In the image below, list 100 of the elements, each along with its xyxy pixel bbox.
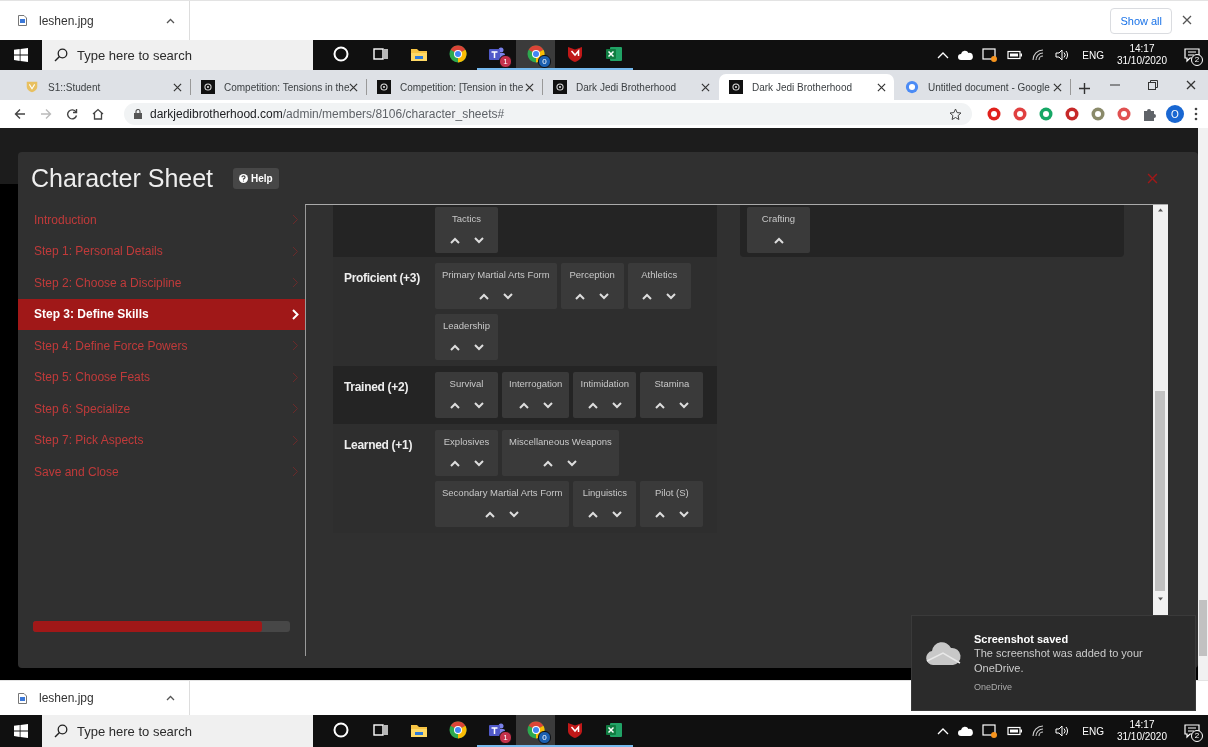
extension-icon[interactable] — [986, 106, 1002, 122]
action-center-icon[interactable] — [1184, 723, 1200, 739]
battery-icon[interactable] — [1007, 726, 1024, 736]
chevron-down-icon[interactable] — [473, 459, 484, 467]
chevron-up-icon[interactable] — [587, 510, 598, 518]
chevron-up-icon[interactable] — [449, 401, 460, 409]
monitor-icon[interactable] — [982, 724, 999, 738]
restore-icon[interactable] — [1148, 80, 1158, 90]
close-icon[interactable] — [877, 82, 886, 92]
close-icon[interactable] — [349, 82, 359, 92]
battery-icon[interactable] — [1007, 50, 1024, 60]
extension-icon[interactable] — [1064, 106, 1080, 122]
browser-tab[interactable]: Dark Jedi Brotherhood — [719, 74, 894, 100]
chevron-up-icon[interactable] — [478, 292, 489, 300]
spreadsheet-icon — [603, 44, 624, 64]
extension-icon[interactable] — [1038, 106, 1054, 122]
download-item[interactable]: leshen.jpg — [16, 11, 96, 30]
clock[interactable]: 14:17 31/10/2020 — [1116, 719, 1167, 743]
caret-icon[interactable] — [166, 695, 175, 701]
close-icon[interactable] — [1186, 80, 1196, 90]
chevron-down-icon[interactable] — [666, 292, 677, 300]
tier-label: Learned (+1) — [344, 437, 414, 454]
new-tab-icon[interactable] — [1079, 83, 1090, 94]
speaker-icon[interactable] — [1055, 725, 1070, 737]
search-field[interactable]: Type here to search — [42, 40, 313, 70]
skill-name: Miscellaneous Weapons — [509, 435, 612, 449]
chevron-down-icon[interactable] — [542, 401, 553, 409]
back-icon[interactable] — [14, 108, 26, 120]
chevron-down-icon[interactable] — [611, 401, 622, 409]
lock-icon — [134, 109, 142, 119]
star-icon[interactable] — [949, 107, 962, 121]
browser-tab[interactable]: Untitled document - Google — [895, 74, 1070, 100]
chevron-down-icon[interactable] — [473, 236, 484, 244]
close-icon[interactable] — [1182, 14, 1192, 25]
browser-icon — [447, 44, 468, 64]
chevron-up-icon[interactable] — [518, 401, 529, 409]
close-icon[interactable] — [1053, 82, 1062, 92]
cloud-icon[interactable] — [958, 726, 974, 736]
toast-notification[interactable]: Screenshot saved The screenshot was added to your OneDrive. OneDrive — [911, 615, 1196, 711]
browser-tab[interactable]: S1::Student — [15, 74, 190, 100]
chevron-up-icon[interactable] — [449, 343, 460, 351]
close-icon[interactable] — [701, 82, 710, 92]
chevron-up-icon[interactable] — [587, 401, 598, 409]
tier-label: Trained (+2) — [344, 379, 410, 396]
action-center-icon[interactable] — [1184, 47, 1200, 63]
chevron-down-icon[interactable] — [509, 510, 520, 518]
chevron-down-icon[interactable] — [599, 292, 610, 300]
chevron-up-icon[interactable] — [485, 510, 496, 518]
browser-icon — [525, 44, 546, 64]
chevron-up-icon[interactable] — [654, 401, 665, 409]
language-indicator[interactable]: ENG — [1082, 49, 1104, 61]
help-button[interactable]: Help — [233, 167, 279, 189]
skill-name: Pilot (S) — [654, 486, 689, 500]
reload-icon[interactable] — [66, 108, 78, 120]
chevron-up-icon[interactable] — [642, 292, 653, 300]
chevron-up-icon[interactable] — [654, 510, 665, 518]
skill-name: Leadership — [443, 319, 490, 333]
chevron-up-icon[interactable] — [449, 459, 460, 467]
monitor-icon[interactable] — [982, 48, 999, 62]
search-field[interactable]: Type here to search — [42, 715, 313, 747]
show-all-button[interactable]: Show all — [1110, 7, 1172, 34]
address-bar[interactable]: darkjedibrotherhood.com/admin/members/8106/character_sheets# — [124, 103, 972, 125]
chevron-up-icon[interactable] — [543, 459, 554, 467]
cloud-icon[interactable] — [958, 50, 974, 60]
browser-tab[interactable]: Dark Jedi Brotherhood — [543, 74, 718, 100]
close-icon[interactable] — [525, 82, 534, 92]
chevron-down-icon[interactable] — [678, 510, 689, 518]
chevron-down-icon[interactable] — [678, 401, 689, 409]
chevron-down-icon[interactable] — [473, 401, 484, 409]
chevron-up-icon[interactable] — [449, 236, 460, 244]
chevron-down-icon[interactable] — [611, 510, 622, 518]
extension-icon[interactable] — [1012, 106, 1028, 122]
extension-icon[interactable] — [1090, 106, 1106, 122]
scrollbar-thumb[interactable] — [1199, 600, 1207, 656]
puzzle-icon[interactable] — [1142, 107, 1156, 121]
step-item[interactable]: Step 3: Define Skills — [18, 298, 305, 330]
chevron-up-icon[interactable] — [575, 292, 586, 300]
chevron-down-icon[interactable] — [567, 459, 578, 467]
caret-icon[interactable] — [166, 17, 175, 24]
chevron-down-icon[interactable] — [473, 343, 484, 351]
clock[interactable]: 14:17 31/10/2020 — [1116, 43, 1167, 67]
download-item[interactable]: leshen.jpg — [16, 689, 96, 707]
skill-name: Crafting — [761, 212, 796, 226]
taskbar-app-button[interactable]: 0 — [516, 40, 555, 70]
speaker-icon[interactable] — [1055, 49, 1070, 61]
close-icon[interactable] — [173, 82, 182, 92]
extension-icon[interactable] — [1116, 106, 1132, 122]
language-indicator[interactable]: ENG — [1082, 725, 1104, 737]
chevron-up-icon[interactable] — [773, 236, 784, 244]
browser-tab[interactable]: Competition: [Tension in the — [367, 74, 542, 100]
more-icon[interactable] — [1194, 107, 1198, 121]
taskbar-app-button[interactable]: 0 — [516, 715, 555, 747]
toast-title: Screenshot saved — [974, 632, 1070, 646]
page-scrollbar[interactable] — [1198, 128, 1208, 680]
browser-tab[interactable]: Competition: Tensions in the — [191, 74, 366, 100]
profile-button[interactable]: O — [1166, 105, 1184, 123]
chevron-down-icon[interactable] — [502, 292, 513, 300]
scrollbar-thumb[interactable] — [1155, 391, 1165, 591]
chevron-right-icon — [292, 340, 299, 352]
home-icon[interactable] — [92, 108, 104, 120]
